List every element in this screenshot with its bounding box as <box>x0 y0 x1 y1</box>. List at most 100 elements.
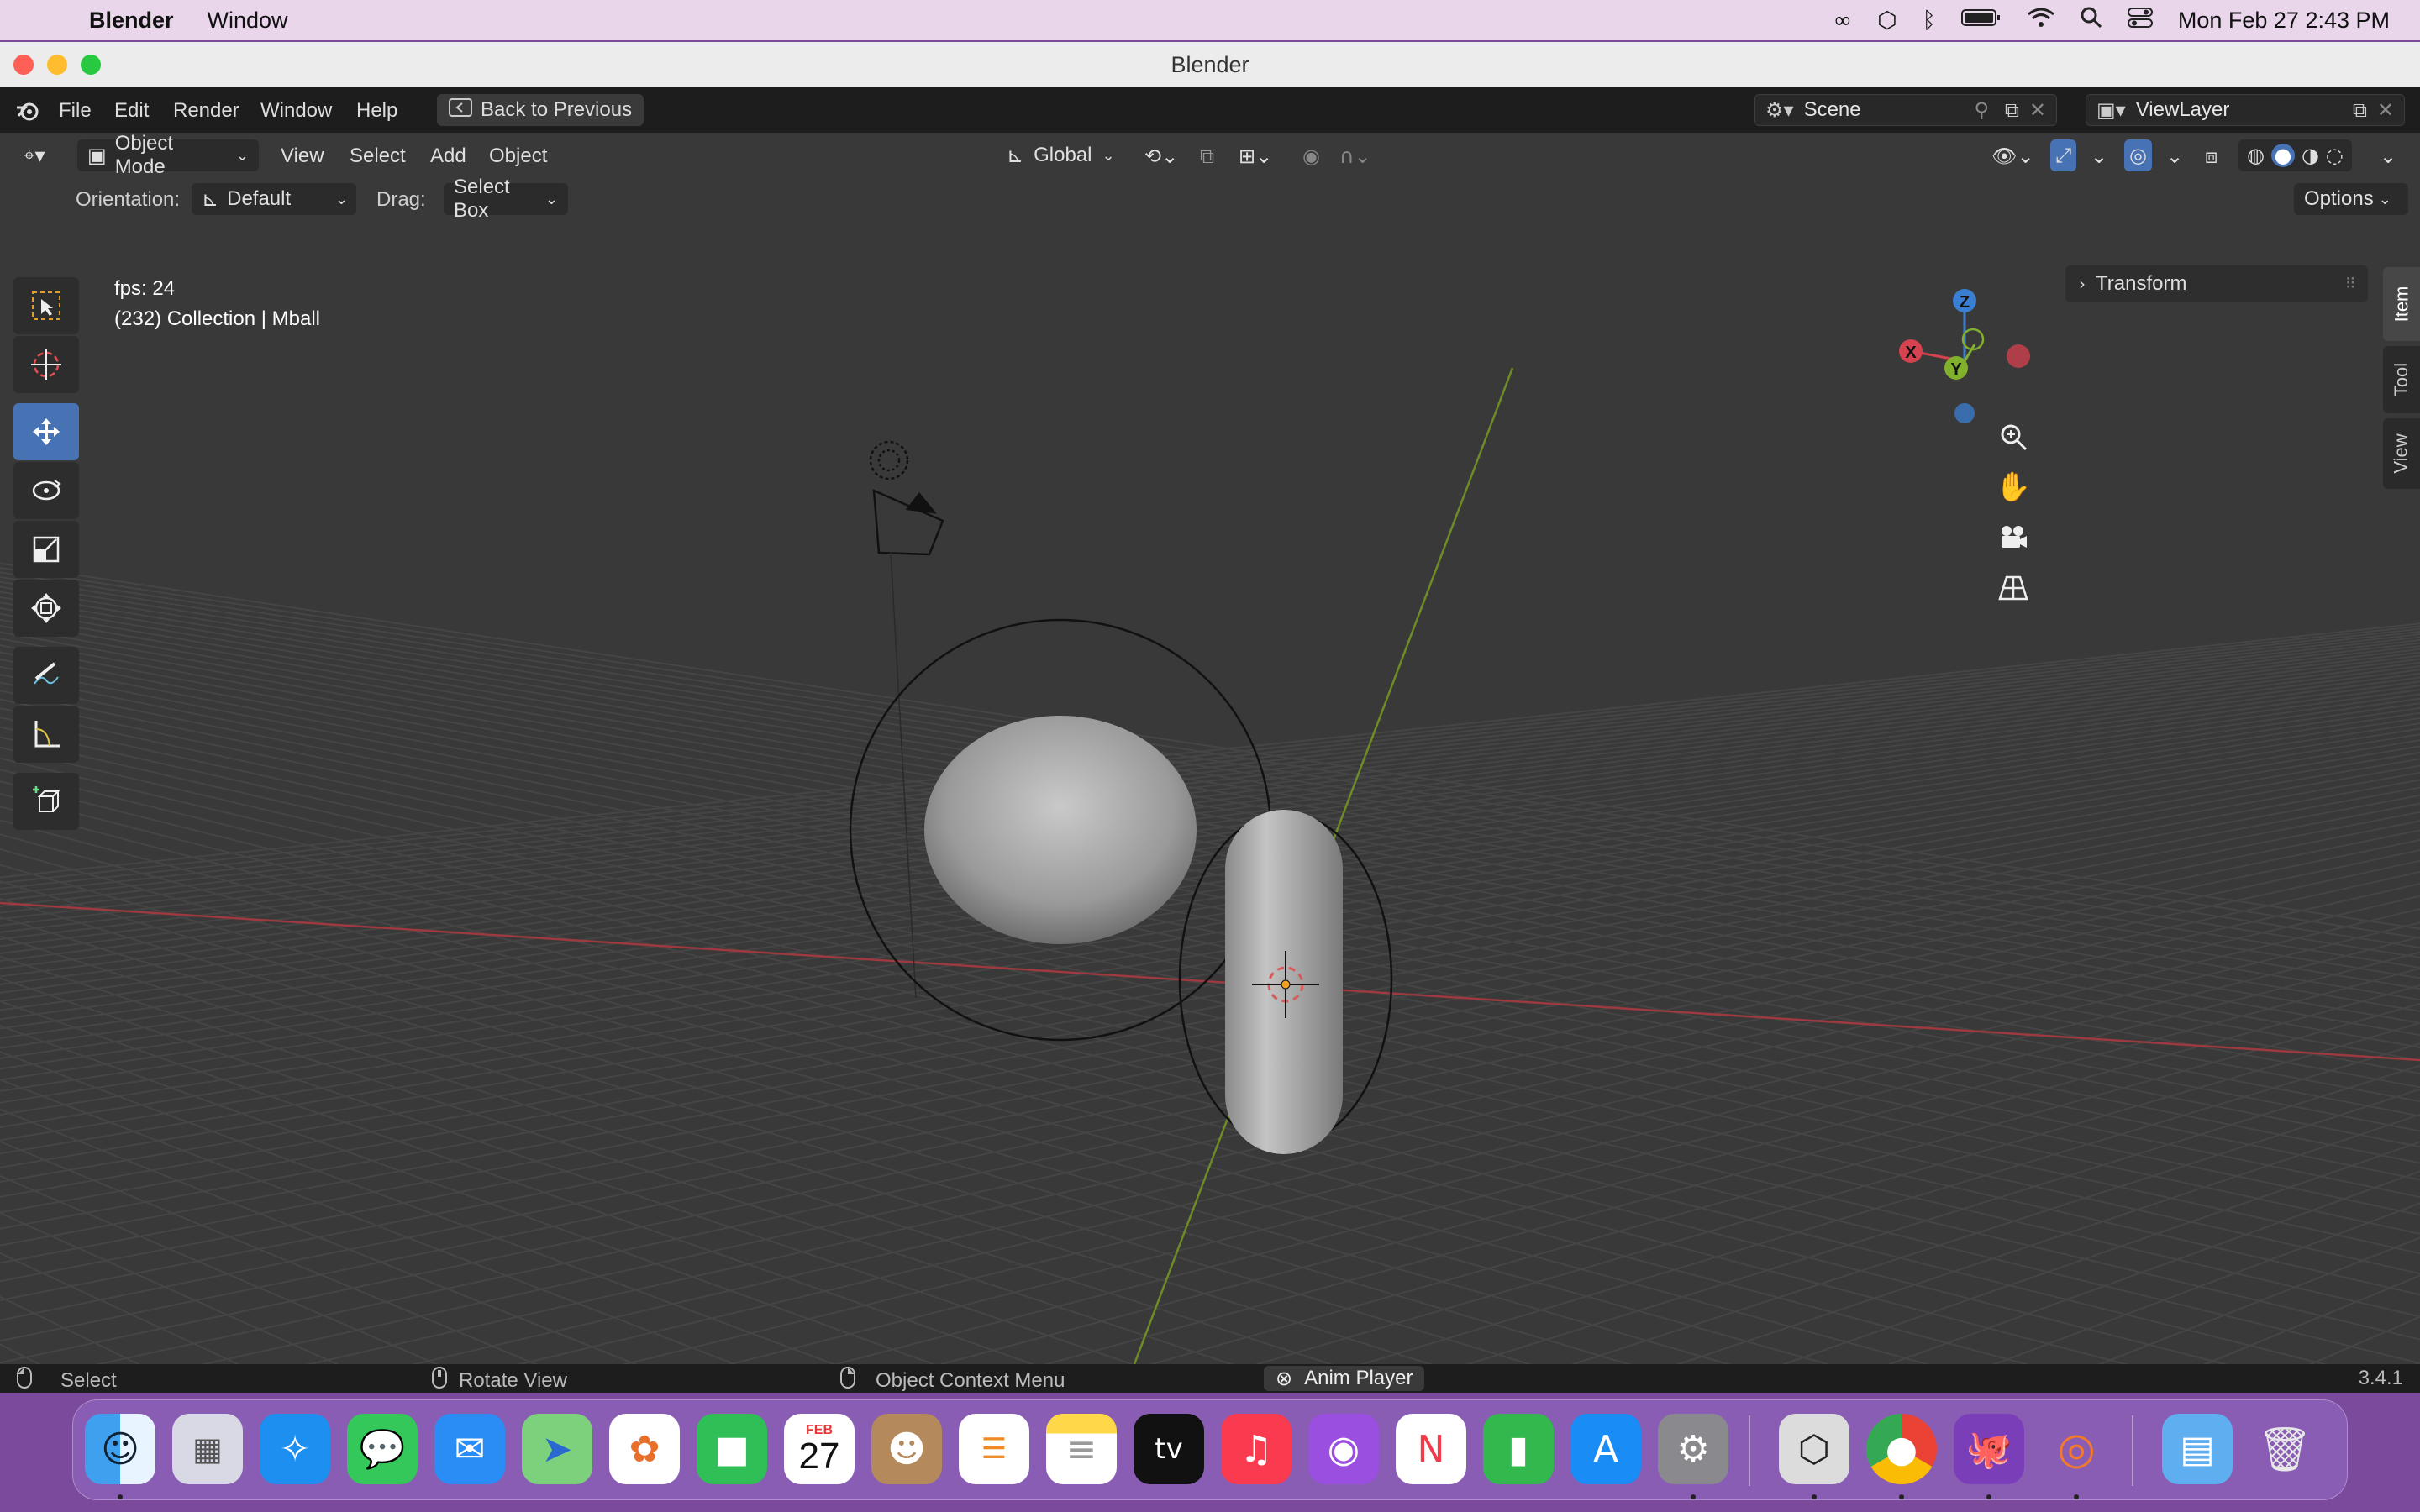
safari-icon[interactable]: ✧ <box>260 1414 330 1484</box>
snap-target-icon[interactable]: ⊞⌄ <box>1239 144 1272 168</box>
blender-app-icon[interactable]: ◎ <box>2041 1414 2112 1484</box>
rendered-shading-icon[interactable]: ◌ <box>2326 144 2344 167</box>
system-settings-icon[interactable]: ⚙ <box>1658 1414 1728 1484</box>
snap-toggle-icon[interactable]: ⧉ <box>1200 144 1214 168</box>
unity-icon[interactable]: ⬡ <box>1877 8 1897 34</box>
pin-icon[interactable]: ⚲ <box>1974 98 1989 122</box>
move-tool[interactable] <box>13 403 79 460</box>
cursor-tool[interactable] <box>13 336 79 393</box>
show-gizmo-toggle[interactable]: ⤢ <box>2050 139 2077 171</box>
notes-icon[interactable]: ≡ <box>1046 1414 1117 1484</box>
measure-tool[interactable] <box>13 706 79 763</box>
menubar-clock[interactable]: Mon Feb 27 2:43 PM <box>2178 8 2390 34</box>
menu-window[interactable]: Window <box>260 99 332 123</box>
new-scene-icon[interactable]: ⧉ <box>2005 98 2019 122</box>
viewport-menu-add[interactable]: Add <box>430 144 466 168</box>
blender-logo-icon[interactable] <box>13 96 42 130</box>
perspective-toggle-button[interactable] <box>1990 564 2037 612</box>
trash-icon[interactable]: 🗑 <box>2249 1414 2320 1484</box>
proportional-editing-icon[interactable]: ◉ <box>1302 144 1320 168</box>
options-dropdown[interactable]: Options ⌄ <box>2294 183 2408 215</box>
launchpad-icon[interactable]: ▦ <box>172 1414 243 1484</box>
music-icon[interactable]: ♫ <box>1221 1414 1292 1484</box>
show-overlays-toggle[interactable]: ◎ <box>2124 139 2152 171</box>
podcasts-icon[interactable]: ◉ <box>1308 1414 1379 1484</box>
annotate-tool[interactable] <box>13 647 79 704</box>
app-menu-blender[interactable]: Blender <box>89 8 174 34</box>
apple-tv-icon[interactable]: tv <box>1134 1414 1204 1484</box>
falloff-icon[interactable]: ∩⌄ <box>1339 144 1371 168</box>
viewport-menu-object[interactable]: Object <box>489 144 547 168</box>
transform-tool[interactable] <box>13 580 79 637</box>
delete-view-layer-icon[interactable]: ✕ <box>2377 98 2394 122</box>
sidebar-tab-view[interactable]: View <box>2383 418 2420 489</box>
zoom-view-button[interactable] <box>1990 413 2037 460</box>
xray-toggle-icon[interactable]: ⧈ <box>2205 144 2217 168</box>
shading-options-chevron-icon[interactable]: ⌄ <box>2380 144 2396 168</box>
wifi-icon[interactable] <box>2027 7 2055 34</box>
battery-icon[interactable] <box>1960 8 2002 34</box>
menu-help[interactable]: Help <box>356 99 397 123</box>
select-box-tool[interactable] <box>13 277 79 334</box>
calendar-icon[interactable]: FEB 27 <box>784 1414 855 1484</box>
photos-icon[interactable]: ✿ <box>609 1414 680 1484</box>
sidebar-tab-tool[interactable]: Tool <box>2383 346 2420 413</box>
chrome-icon[interactable]: ● <box>1866 1414 1937 1484</box>
drag-dropdown[interactable]: Select Box ⌄ <box>444 176 568 222</box>
sidebar-tab-item[interactable]: Item <box>2383 267 2420 341</box>
menu-edit[interactable]: Edit <box>114 99 149 123</box>
creative-cloud-icon[interactable]: ∞ <box>1833 8 1853 34</box>
cancel-job-icon[interactable]: ⊗ <box>1276 1367 1292 1390</box>
spotlight-search-icon[interactable] <box>2081 7 2102 34</box>
add-cube-tool[interactable] <box>13 773 79 830</box>
github-desktop-icon[interactable]: 🐙 <box>1954 1414 2024 1484</box>
control-center-icon[interactable] <box>2127 7 2153 34</box>
messages-icon[interactable]: 💬 <box>347 1414 418 1484</box>
new-view-layer-icon[interactable]: ⧉ <box>2353 98 2367 122</box>
app-store-icon[interactable]: A <box>1570 1414 1641 1484</box>
maps-icon[interactable]: ➤ <box>522 1414 592 1484</box>
unity-hub-icon[interactable]: ⬡ <box>1779 1414 1849 1484</box>
view-layer-selector[interactable]: ▣▾ ViewLayer ⧉ ✕ <box>2086 94 2405 126</box>
contacts-icon[interactable]: ☻ <box>871 1414 942 1484</box>
finder-icon[interactable]: ☺ <box>85 1414 155 1484</box>
editor-type-button[interactable]: ⌖▾ <box>13 139 55 171</box>
reminders-icon[interactable]: ☰ <box>959 1414 1029 1484</box>
drag-handle-icon[interactable]: ⠿ <box>2345 276 2356 293</box>
overlays-options-chevron-icon[interactable]: ⌄ <box>2166 144 2183 168</box>
numbers-icon[interactable]: ▮ <box>1483 1414 1554 1484</box>
rotate-tool[interactable] <box>13 462 79 519</box>
downloads-folder-icon[interactable]: ▤ <box>2162 1414 2233 1484</box>
anim-player-job[interactable]: ⊗ Anim Player <box>1264 1366 1425 1391</box>
3d-viewport[interactable]: ⌖▾ ▣ Object Mode ⌄ View Select Add Objec… <box>0 133 2420 1364</box>
pivot-point-icon[interactable]: ⟲⌄ <box>1144 144 1178 168</box>
viewport-scene[interactable] <box>0 133 2420 1364</box>
gizmo-neg-z-axis[interactable] <box>1954 403 1975 423</box>
orientation-dropdown[interactable]: ⊾ Default ⌄ <box>192 183 356 215</box>
scale-tool[interactable] <box>13 521 79 578</box>
solid-shading-icon[interactable]: ● <box>2270 144 2295 167</box>
material-shading-icon[interactable]: ◑ <box>2302 144 2319 167</box>
window-menu[interactable]: Window <box>208 8 288 34</box>
facetime-icon[interactable]: ■ <box>697 1414 767 1484</box>
bluetooth-icon[interactable]: ᛒ <box>1923 8 1936 34</box>
viewport-menu-select[interactable]: Select <box>350 144 406 168</box>
object-visibility-icon[interactable]: 👁⌄ <box>1991 144 2034 168</box>
mail-icon[interactable]: ✉ <box>434 1414 505 1484</box>
menu-render[interactable]: Render <box>173 99 239 123</box>
news-icon[interactable]: N <box>1396 1414 1466 1484</box>
window-title: Blender <box>1171 52 1249 77</box>
object-mode-dropdown[interactable]: ▣ Object Mode ⌄ <box>77 133 259 178</box>
viewport-menu-view[interactable]: View <box>281 144 324 168</box>
back-to-previous-button[interactable]: Back to Previous <box>437 94 644 126</box>
menu-file[interactable]: File <box>59 99 92 123</box>
delete-scene-icon[interactable]: ✕ <box>2029 98 2046 122</box>
gizmo-options-chevron-icon[interactable]: ⌄ <box>2091 144 2107 168</box>
gizmo-neg-x-axis[interactable] <box>2007 344 2030 368</box>
camera-view-button[interactable] <box>1990 514 2037 561</box>
wireframe-shading-icon[interactable]: ◍ <box>2247 144 2265 167</box>
transform-panel-header[interactable]: › Transform ⠿ <box>2065 265 2368 302</box>
transform-orientation-dropdown[interactable]: ⊾ Global ⌄ <box>997 139 1125 171</box>
scene-selector[interactable]: ⚙▾ Scene ⚲ ⧉ ✕ <box>1754 94 2057 126</box>
pan-view-button[interactable]: ✋ <box>1990 464 2037 511</box>
